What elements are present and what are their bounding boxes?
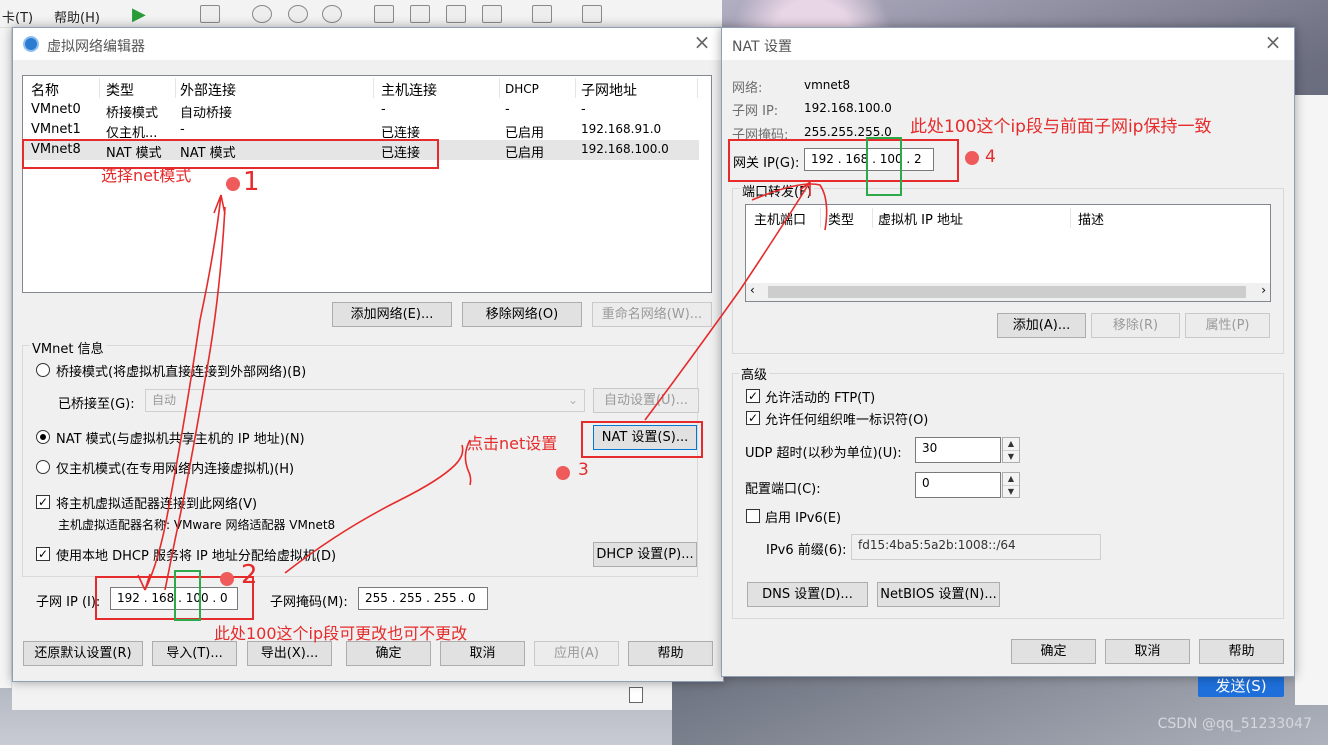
annotation-arrows <box>137 181 828 591</box>
